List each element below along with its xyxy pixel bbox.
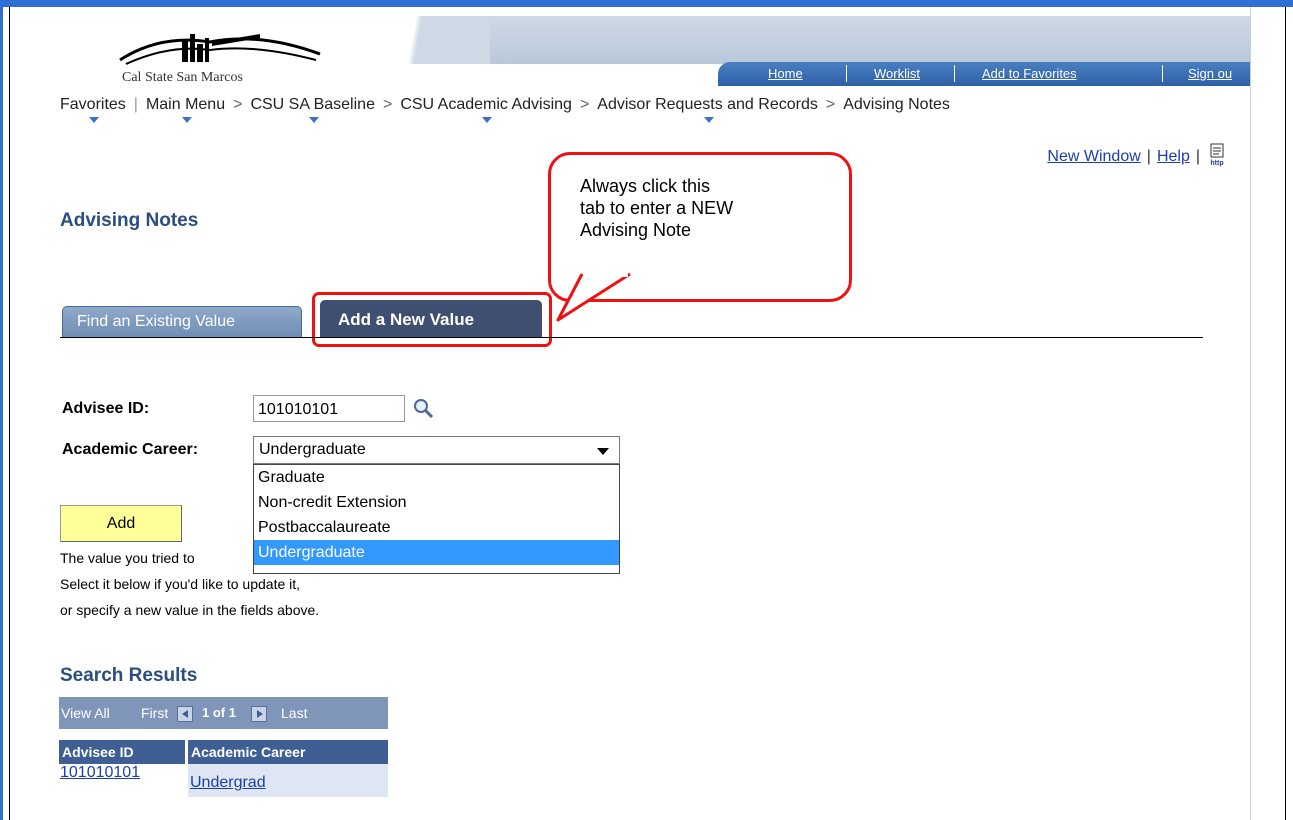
- nav-home[interactable]: Home: [768, 66, 803, 81]
- chevron-right-icon: >: [233, 96, 243, 113]
- column-header-academic-career[interactable]: Academic Career: [188, 740, 388, 764]
- utility-separator: |: [1195, 148, 1200, 165]
- option-non-credit-extension[interactable]: Non-credit Extension: [254, 490, 619, 515]
- breadcrumb-advising-notes: Advising Notes: [843, 96, 950, 113]
- nav-sign-out[interactable]: Sign ou: [1188, 66, 1232, 81]
- help-link[interactable]: Help: [1157, 148, 1190, 165]
- tab-highlight-box: [312, 292, 552, 347]
- advisee-id-input[interactable]: 101010101: [253, 395, 405, 422]
- search-icon[interactable]: [412, 397, 434, 419]
- message-line-2: Select it below if you'd like to update …: [60, 576, 301, 592]
- first-link[interactable]: First: [141, 705, 168, 721]
- view-all-link[interactable]: View All: [61, 705, 110, 721]
- next-page-button[interactable]: [251, 706, 267, 722]
- option-graduate[interactable]: Graduate: [254, 465, 619, 490]
- add-button[interactable]: Add: [60, 505, 182, 542]
- previous-page-button[interactable]: [177, 706, 193, 722]
- nav-separator: [954, 65, 955, 82]
- chevron-right-icon: >: [579, 96, 590, 113]
- nav-separator: [1162, 65, 1163, 82]
- breadcrumb: Favorites | Main Menu > CSU SA Baseline > CSU …: [60, 96, 950, 123]
- last-link[interactable]: Last: [281, 705, 307, 721]
- callout-text: Always click this tab to enter a NEW Adv…: [580, 176, 734, 240]
- browser-content: Cal State San Marcos Home Worklist Add t…: [0, 0, 1293, 820]
- chevron-down-icon[interactable]: [597, 448, 609, 455]
- page-title: Advising Notes: [60, 210, 199, 231]
- breadcrumb-advisor-requests[interactable]: Advisor Requests and Records: [597, 96, 818, 123]
- nav-separator: [846, 65, 847, 82]
- option-postbaccalaureate[interactable]: Postbaccalaureate: [254, 515, 619, 540]
- nav-add-to-favorites[interactable]: Add to Favorites: [982, 66, 1077, 81]
- svg-text:http: http: [1210, 160, 1223, 167]
- tab-find-existing-value[interactable]: Find an Existing Value: [62, 306, 302, 337]
- result-advisee-id-link[interactable]: 101010101: [60, 764, 140, 782]
- breadcrumb-divider: |: [133, 96, 138, 113]
- page-info: 1 of 1: [202, 705, 236, 720]
- breadcrumb-favorites[interactable]: Favorites: [60, 96, 126, 123]
- right-border-line: [1285, 7, 1286, 820]
- http-link-icon[interactable]: http: [1206, 143, 1228, 167]
- left-frame-bar: [0, 7, 3, 820]
- breadcrumb-csu-sa-baseline[interactable]: CSU SA Baseline: [250, 96, 375, 123]
- utility-links: New Window | Help | http: [1047, 143, 1228, 167]
- header-banner: [430, 16, 1250, 64]
- breadcrumb-csu-academic-advising[interactable]: CSU Academic Advising: [400, 96, 572, 123]
- column-header-advisee-id[interactable]: Advisee ID: [59, 740, 185, 764]
- academic-career-options: Graduate Non-credit Extension Postbaccal…: [253, 464, 620, 574]
- tab-underline: [60, 337, 1203, 338]
- option-undergraduate[interactable]: Undergraduate: [254, 540, 619, 565]
- nav-worklist[interactable]: Worklist: [874, 66, 920, 81]
- header-ridge: [340, 16, 490, 64]
- message-line-1: The value you tried to: [60, 550, 195, 566]
- new-window-link[interactable]: New Window: [1047, 148, 1140, 165]
- logo-text: Cal State San Marcos: [122, 70, 243, 85]
- top-frame-bar: [0, 0, 1293, 7]
- advisee-id-label: Advisee ID:: [62, 400, 150, 417]
- callout-tail: [556, 272, 631, 322]
- academic-career-select[interactable]: Undergraduate: [253, 436, 620, 464]
- result-career-link[interactable]: Undergrad: [190, 774, 266, 792]
- chevron-right-icon: >: [825, 96, 836, 113]
- content-right-line: [1250, 7, 1251, 820]
- message-line-3: or specify a new value in the fields abo…: [60, 602, 320, 618]
- utility-separator: |: [1146, 148, 1151, 165]
- chevron-right-icon: >: [382, 96, 393, 113]
- search-results-title: Search Results: [60, 665, 198, 686]
- academic-career-label: Academic Career:: [62, 441, 199, 458]
- top-nav: Home Worklist Add to Favorites Sign ou: [718, 62, 1250, 86]
- breadcrumb-main-menu[interactable]: Main Menu: [146, 96, 225, 123]
- left-border-line: [9, 7, 10, 820]
- results-grid-navigation: View All First 1 of 1 Last: [59, 697, 388, 729]
